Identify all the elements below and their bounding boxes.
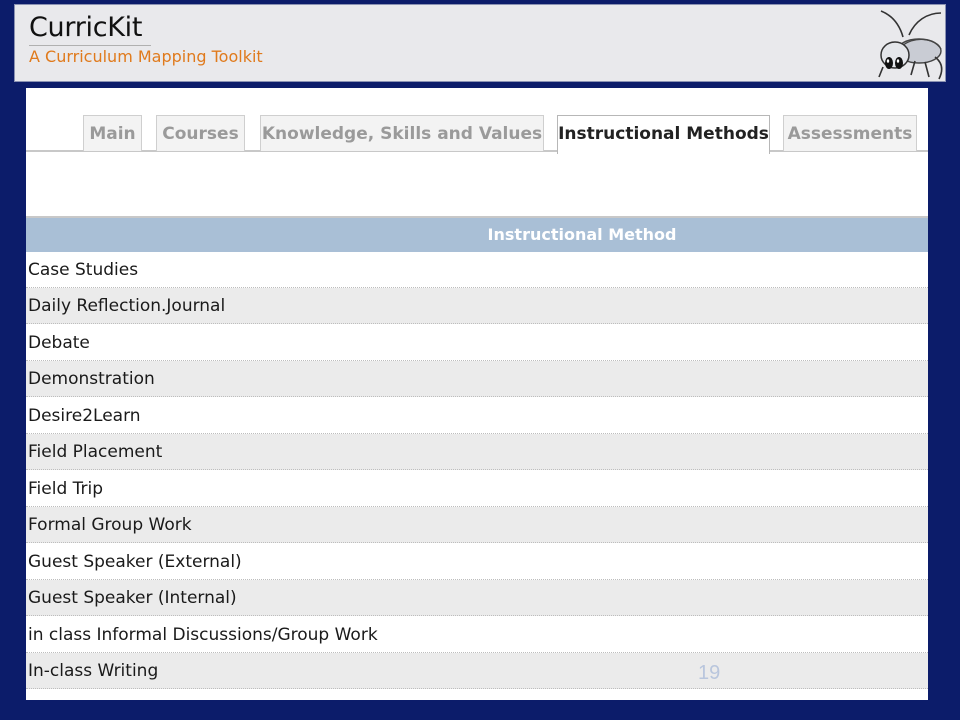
app-title: CurricKit (29, 12, 143, 43)
tab-courses[interactable]: Courses (156, 115, 245, 151)
title-divider (29, 45, 151, 46)
table-row[interactable]: Guest Speaker (External) (26, 544, 928, 580)
table-row[interactable]: Field Trip (26, 471, 928, 507)
table-row[interactable]: in class Informal Discussions/Group Work (26, 617, 928, 653)
table-row[interactable]: Desire2Learn (26, 398, 928, 434)
tab-assessments[interactable]: Assessments (783, 115, 917, 151)
cricket-logo-icon (878, 10, 943, 80)
table-row[interactable]: Daily Reflection.Journal (26, 288, 928, 324)
app-subtitle: A Curriculum Mapping Toolkit (29, 47, 263, 66)
column-header-instructional-method: Instructional Method (26, 218, 928, 252)
table-row[interactable]: Formal Group Work (26, 507, 928, 543)
table-row[interactable]: Demonstration (26, 361, 928, 397)
tab-bar: Main Courses Knowledge, Skills and Value… (26, 88, 928, 154)
table-row[interactable]: Case Studies (26, 252, 928, 288)
main-panel: Main Courses Knowledge, Skills and Value… (26, 88, 928, 700)
tab-instructional-methods[interactable]: Instructional Methods (557, 115, 770, 154)
tab-knowledge-skills-values[interactable]: Knowledge, Skills and Values (260, 115, 544, 151)
table-row[interactable]: Guest Speaker (Internal) (26, 580, 928, 616)
slide-page-number: 19 (698, 662, 721, 684)
table-row[interactable]: In-class Writing (26, 653, 928, 689)
table-row[interactable]: Debate (26, 325, 928, 361)
app-header: CurricKit A Curriculum Mapping Toolkit (14, 4, 946, 82)
instructional-methods-table: Instructional Method Case Studies Daily … (26, 216, 928, 690)
table-row[interactable]: Field Placement (26, 434, 928, 470)
tab-main[interactable]: Main (83, 115, 142, 151)
